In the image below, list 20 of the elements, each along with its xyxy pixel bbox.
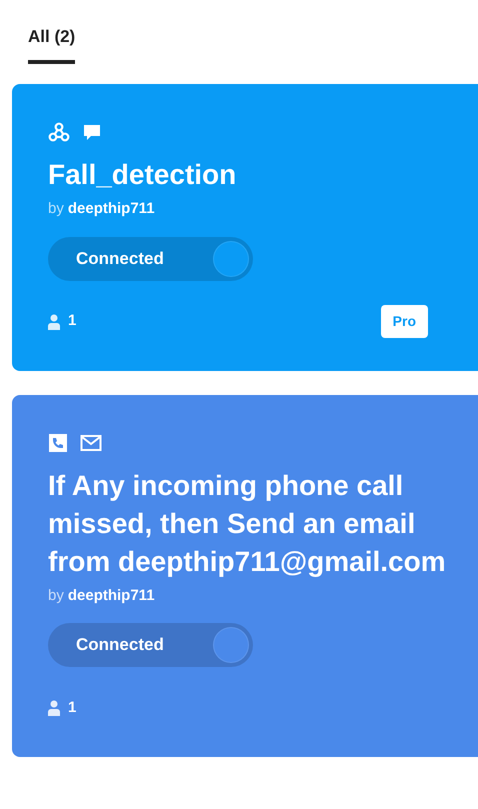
applet-card[interactable]: If Any incoming phone call missed, then Send an email from deepthip711@gmail.com by deepthip711 Connected 1 [12,394,478,757]
user-count: 1 [68,311,76,332]
applet-title: If Any incoming phone call missed, then Send an email from deepthip711@gmail.com [48,468,447,579]
connect-toggle[interactable]: Connected [48,236,253,280]
tab[interactable]: All (2) [28,28,76,64]
user-icon [48,700,60,716]
applet-title: Fall_detection [48,158,238,192]
author-name: deepthip711 [68,586,155,606]
applet-card[interactable]: Fall_detection by deepthip711 Connected 1 Pro [12,84,478,370]
connect-toggle[interactable]: Connected [48,623,253,667]
user-count: 1 [68,698,76,718]
chat-bubble-icon [82,122,102,142]
author-name: deepthip711 [68,199,155,219]
phone-icon [48,432,68,452]
pro-badge: Pro [380,305,428,338]
envelope-icon [80,434,102,452]
network-icon [48,122,70,142]
user-icon [48,314,60,330]
by-label: by [48,199,64,219]
by-label: by [48,586,64,606]
